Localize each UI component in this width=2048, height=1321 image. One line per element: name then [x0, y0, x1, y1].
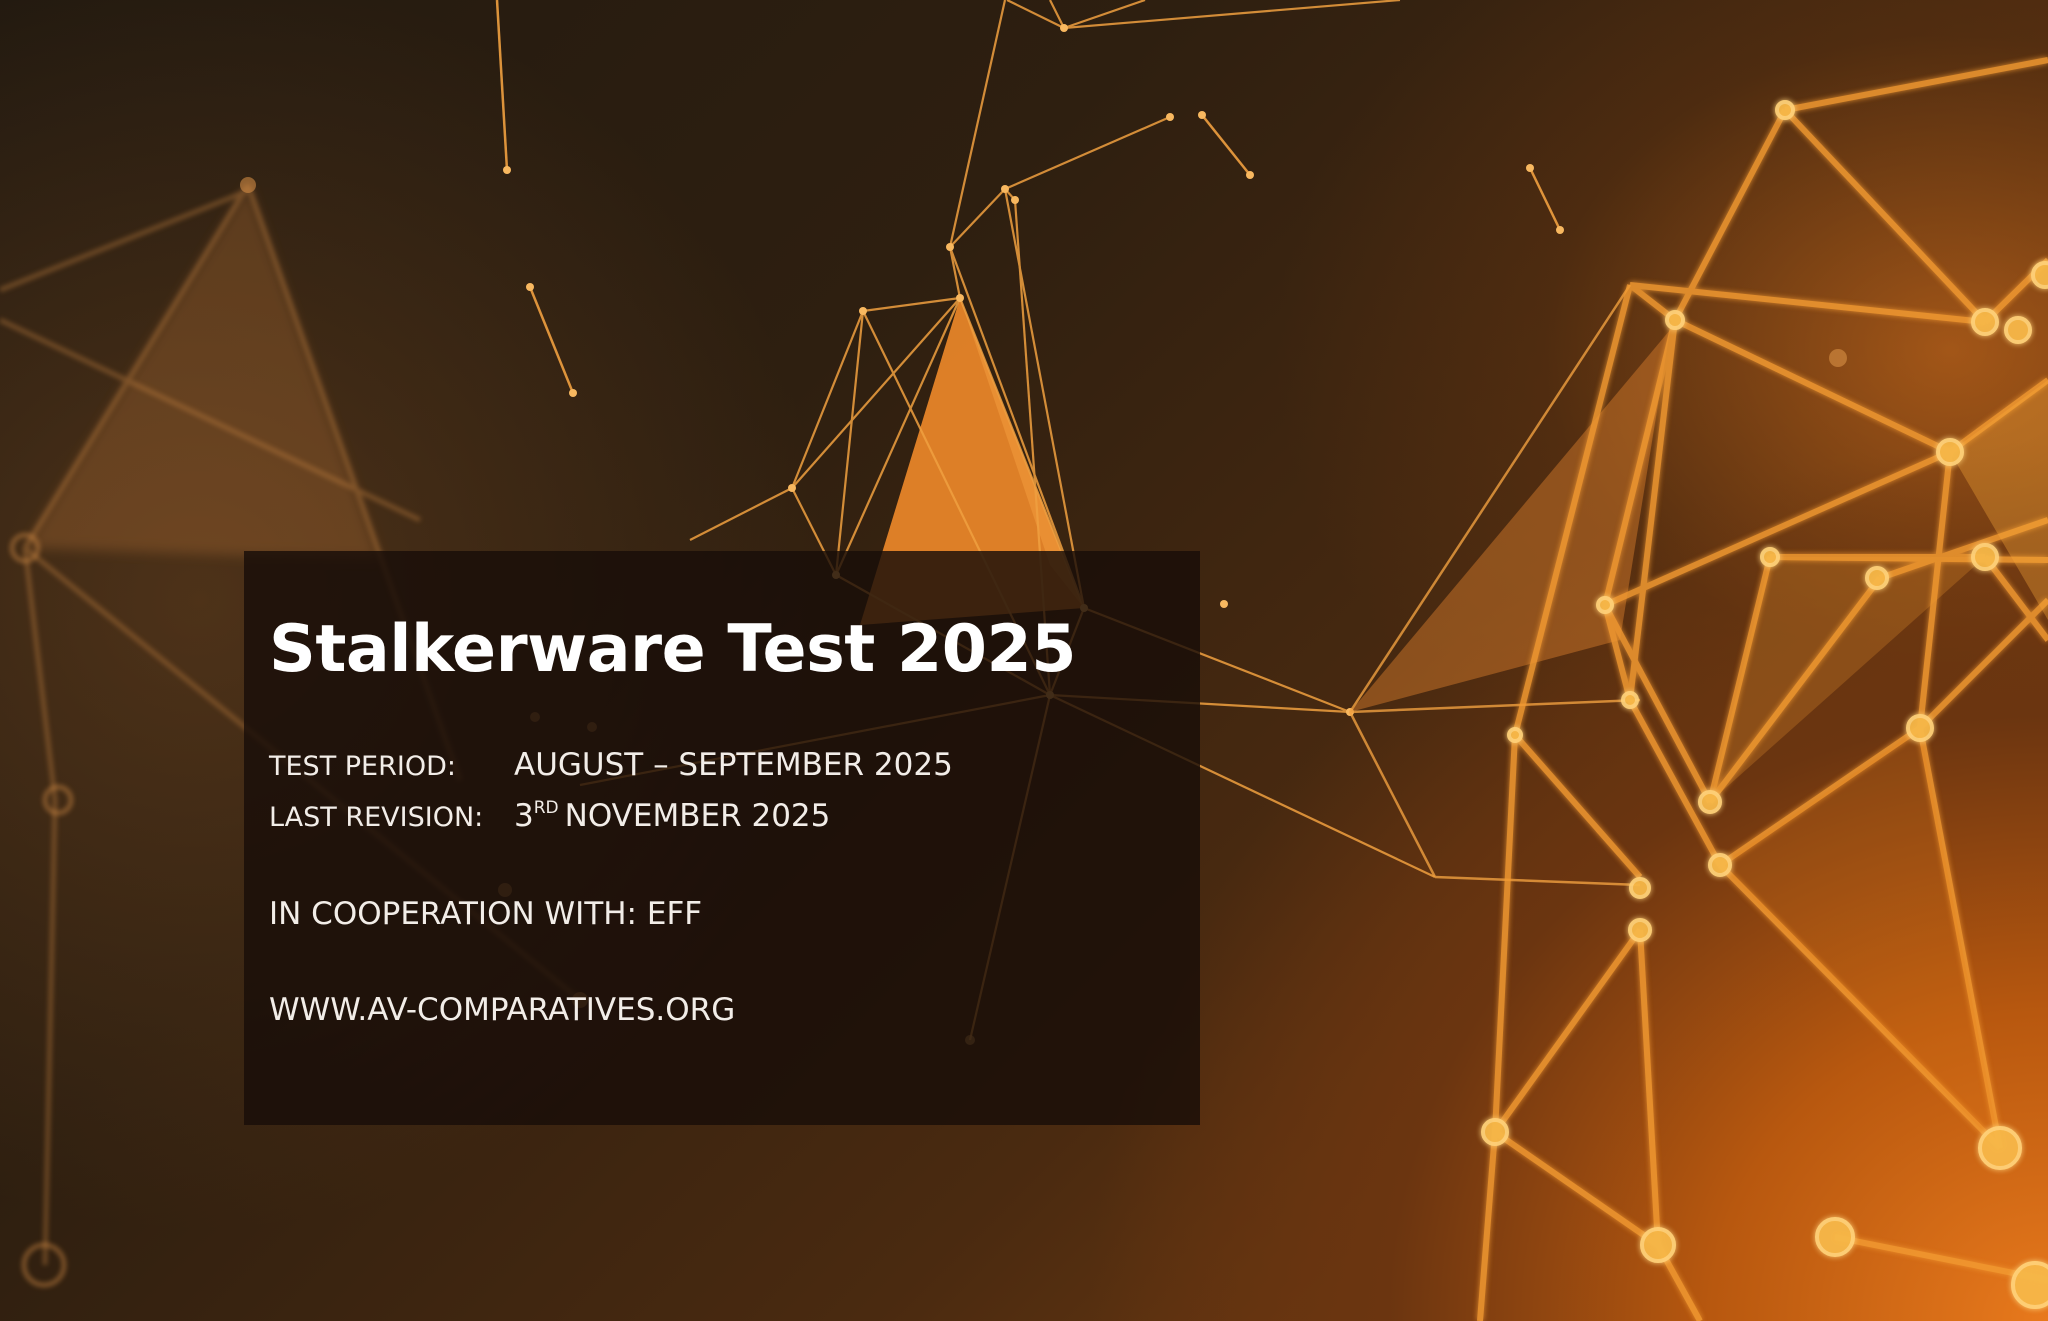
page-title: Stalkerware Test 2025	[269, 612, 1076, 687]
last-revision-value: 3RD NOVEMBER 2025	[514, 798, 830, 834]
website-link[interactable]: WWW.AV-COMPARATIVES.ORG	[269, 992, 1200, 1028]
last-revision-row: LAST REVISION: 3RD NOVEMBER 2025	[269, 798, 1200, 849]
cooperation-text: IN COOPERATION WITH: EFF	[269, 896, 703, 932]
test-info: TEST PERIOD: AUGUST – SEPTEMBER 2025 LAS…	[269, 747, 1200, 849]
last-revision-month-year: NOVEMBER 2025	[564, 798, 831, 834]
last-revision-day: 3	[514, 798, 534, 834]
test-period-value: AUGUST – SEPTEMBER 2025	[514, 747, 953, 783]
last-revision-ordinal: RD	[533, 798, 559, 818]
cover-page: Stalkerware Test 2025 TEST PERIOD: AUGUS…	[0, 0, 2048, 1321]
title-panel: Stalkerware Test 2025 TEST PERIOD: AUGUS…	[244, 551, 1200, 1125]
last-revision-label: LAST REVISION:	[269, 802, 484, 833]
test-period-label: TEST PERIOD:	[269, 751, 456, 782]
test-period-row: TEST PERIOD: AUGUST – SEPTEMBER 2025	[269, 747, 1200, 798]
